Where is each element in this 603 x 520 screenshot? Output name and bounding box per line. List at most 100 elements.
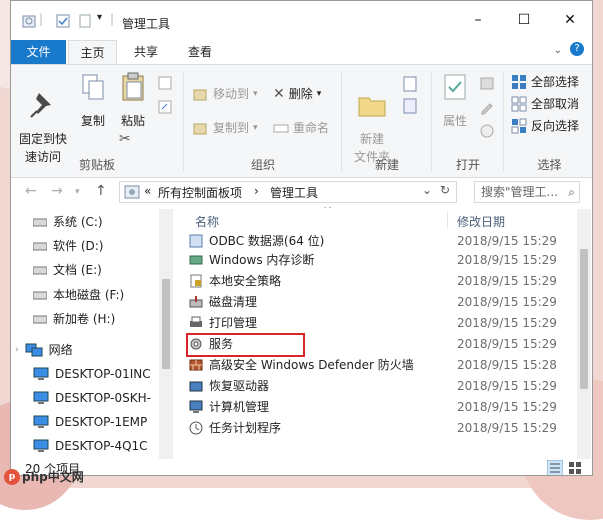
nav-item-computer[interactable]: DESKTOP-0SKH-: [33, 387, 151, 409]
nav-item-computer[interactable]: DESKTOP-1EMP: [33, 411, 147, 433]
nav-item-computer[interactable]: DESKTOP-4Q1C: [33, 435, 148, 457]
close-button[interactable]: ✕: [547, 1, 592, 39]
invert-selection-button[interactable]: 反向选择: [511, 115, 579, 137]
select-all-button[interactable]: 全部选择: [511, 71, 579, 93]
column-header-modified[interactable]: 修改日期: [457, 213, 505, 230]
up-arrow-icon[interactable]: ↑: [95, 183, 107, 199]
column-header-name[interactable]: 名称: [195, 213, 219, 230]
recent-dropdown-icon[interactable]: ▾: [75, 187, 80, 197]
computer-management-icon: [189, 400, 203, 413]
breadcrumb-overflow[interactable]: «: [144, 184, 151, 198]
delete-dropdown-icon: ▾: [316, 89, 322, 99]
refresh-icon[interactable]: ↻: [440, 183, 450, 197]
list-scrollbar[interactable]: [577, 209, 591, 459]
file-modified: 2018/9/15 15:29: [457, 316, 557, 330]
tab-share[interactable]: 共享: [121, 40, 171, 64]
titlebar-separator: |: [39, 12, 44, 26]
nav-item-drive-c[interactable]: 系统 (C:): [33, 211, 103, 233]
list-item[interactable]: 磁盘清理 2018/9/15 15:29: [187, 292, 557, 313]
delete-button[interactable]: ✕ 删除 ▾: [273, 83, 321, 105]
move-to-dropdown-icon: ▾: [253, 89, 258, 99]
checklist-icon[interactable]: [55, 13, 71, 29]
new-item-icon[interactable]: [401, 75, 419, 93]
large-icons-view-icon[interactable]: [567, 460, 583, 476]
paste-shortcut-icon[interactable]: [157, 99, 173, 115]
move-to-button[interactable]: 移动到 ▾: [193, 83, 258, 105]
organize-group-label: 组织: [250, 158, 275, 172]
list-scrollbar-thumb[interactable]: [580, 249, 588, 389]
ribbon-divider: [341, 71, 342, 171]
nav-item-drive-d[interactable]: 软件 (D:): [33, 235, 103, 257]
copy-to-button[interactable]: 复制到 ▾: [193, 117, 258, 139]
highlight-box: [186, 333, 305, 357]
nav-item-drive-e[interactable]: 文档 (E:): [33, 259, 102, 281]
copy-path-icon[interactable]: [157, 75, 173, 91]
cut-icon[interactable]: ✂: [119, 131, 131, 147]
list-item[interactable]: 本地安全策略 2018/9/15 15:29: [187, 271, 557, 292]
organize-group: 移动到 ▾ 复制到 ▾ ✕ 删除 ▾ 重命名 组织: [185, 65, 341, 177]
properties-quick-icon[interactable]: [21, 13, 37, 29]
history-icon[interactable]: [479, 123, 495, 139]
tab-file[interactable]: 文件: [11, 40, 66, 64]
search-input[interactable]: 搜索"管理工... ⌕: [474, 181, 580, 203]
edit-icon[interactable]: [479, 99, 495, 115]
back-arrow-icon[interactable]: ←: [25, 183, 37, 199]
nav-item-drive-h[interactable]: 新加卷 (H:): [33, 308, 115, 330]
navigation-pane: 系统 (C:) 软件 (D:) 文档 (E:) 本地磁盘 (F:) 新加卷 (H…: [11, 207, 173, 461]
select-none-icon: [511, 96, 527, 112]
search-icon: ⌕: [568, 185, 575, 199]
list-item[interactable]: 打印管理 2018/9/15 15:29: [187, 313, 557, 334]
list-item[interactable]: 计算机管理 2018/9/15 15:29: [187, 397, 557, 418]
ribbon-divider: [183, 71, 184, 171]
paste-button[interactable]: 粘贴: [115, 71, 151, 130]
nav-item-computer[interactable]: DESKTOP-01INC: [33, 363, 151, 385]
titlebar-separator: |: [110, 12, 115, 26]
breadcrumb-admin-tools[interactable]: 管理工具: [270, 184, 318, 201]
nav-item-network[interactable]: › 网络: [15, 339, 73, 361]
ribbon-tabs: 文件 主页 共享 查看 ⌄ ?: [11, 40, 592, 64]
list-item[interactable]: ODBC 数据源(64 位) 2018/9/15 15:29: [187, 231, 557, 252]
maximize-button[interactable]: ☐: [501, 1, 547, 39]
help-icon[interactable]: ?: [570, 42, 584, 56]
nav-scrollbar-thumb[interactable]: [162, 279, 170, 369]
nav-scrollbar[interactable]: [159, 209, 173, 459]
file-modified: 2018/9/15 15:29: [457, 400, 557, 414]
select-none-button[interactable]: 全部取消: [511, 93, 579, 115]
php-logo-icon: p: [4, 468, 20, 485]
file-modified: 2018/9/15 15:29: [457, 337, 557, 351]
address-row: ← → ▾ ↑ « 所有控制面板项 › 管理工具 ⌄ ↻ 搜索"管理工... ⌕: [11, 179, 592, 207]
list-item[interactable]: 任务计划程序 2018/9/15 15:29: [187, 418, 557, 439]
expand-chevron-icon[interactable]: ›: [15, 339, 19, 361]
odbc-icon: [189, 234, 203, 248]
nav-item-drive-f[interactable]: 本地磁盘 (F:): [33, 284, 124, 306]
pin-quick-access-button[interactable]: 固定到快 速访问: [15, 71, 71, 166]
computer-icon: [33, 367, 49, 380]
copy-button[interactable]: 复制: [75, 71, 111, 130]
breadcrumb-separator[interactable]: ›: [254, 184, 259, 198]
breadcrumb-all-control-panel[interactable]: 所有控制面板项: [158, 184, 242, 201]
rename-button[interactable]: 重命名: [273, 117, 329, 139]
details-view-icon[interactable]: [547, 460, 563, 476]
print-management-icon: [190, 316, 202, 327]
list-item[interactable]: 恢复驱动器 2018/9/15 15:29: [187, 376, 557, 397]
select-group-label: 选择: [537, 158, 562, 172]
title-bar: | ▾ | 管理工具 – ☐ ✕: [11, 1, 592, 40]
quick-access-dropdown-icon[interactable]: ▾: [97, 12, 102, 23]
forward-arrow-icon[interactable]: →: [51, 183, 63, 199]
list-item[interactable]: Windows 内存诊断 2018/9/15 15:29: [187, 250, 557, 271]
tab-view[interactable]: 查看: [175, 40, 225, 64]
tab-home[interactable]: 主页: [68, 40, 117, 64]
address-bar[interactable]: « 所有控制面板项 › 管理工具 ⌄ ↻: [119, 181, 457, 203]
new-folder-icon: [358, 97, 386, 117]
collapse-ribbon-icon[interactable]: ⌄: [554, 45, 562, 56]
address-dropdown-icon[interactable]: ⌄: [422, 183, 432, 197]
rename-icon: [273, 124, 289, 133]
properties-button[interactable]: 属性: [437, 71, 473, 130]
new-folder-quick-icon[interactable]: [77, 13, 93, 29]
new-folder-button[interactable]: 新建 文件夹: [347, 71, 397, 166]
easy-access-icon[interactable]: [401, 97, 419, 115]
minimize-button[interactable]: –: [455, 1, 501, 39]
open-icon[interactable]: [479, 75, 495, 91]
move-to-label: 移动到: [213, 87, 250, 101]
list-item[interactable]: 高级安全 Windows Defender 防火墙 2018/9/15 15:2…: [187, 355, 557, 376]
